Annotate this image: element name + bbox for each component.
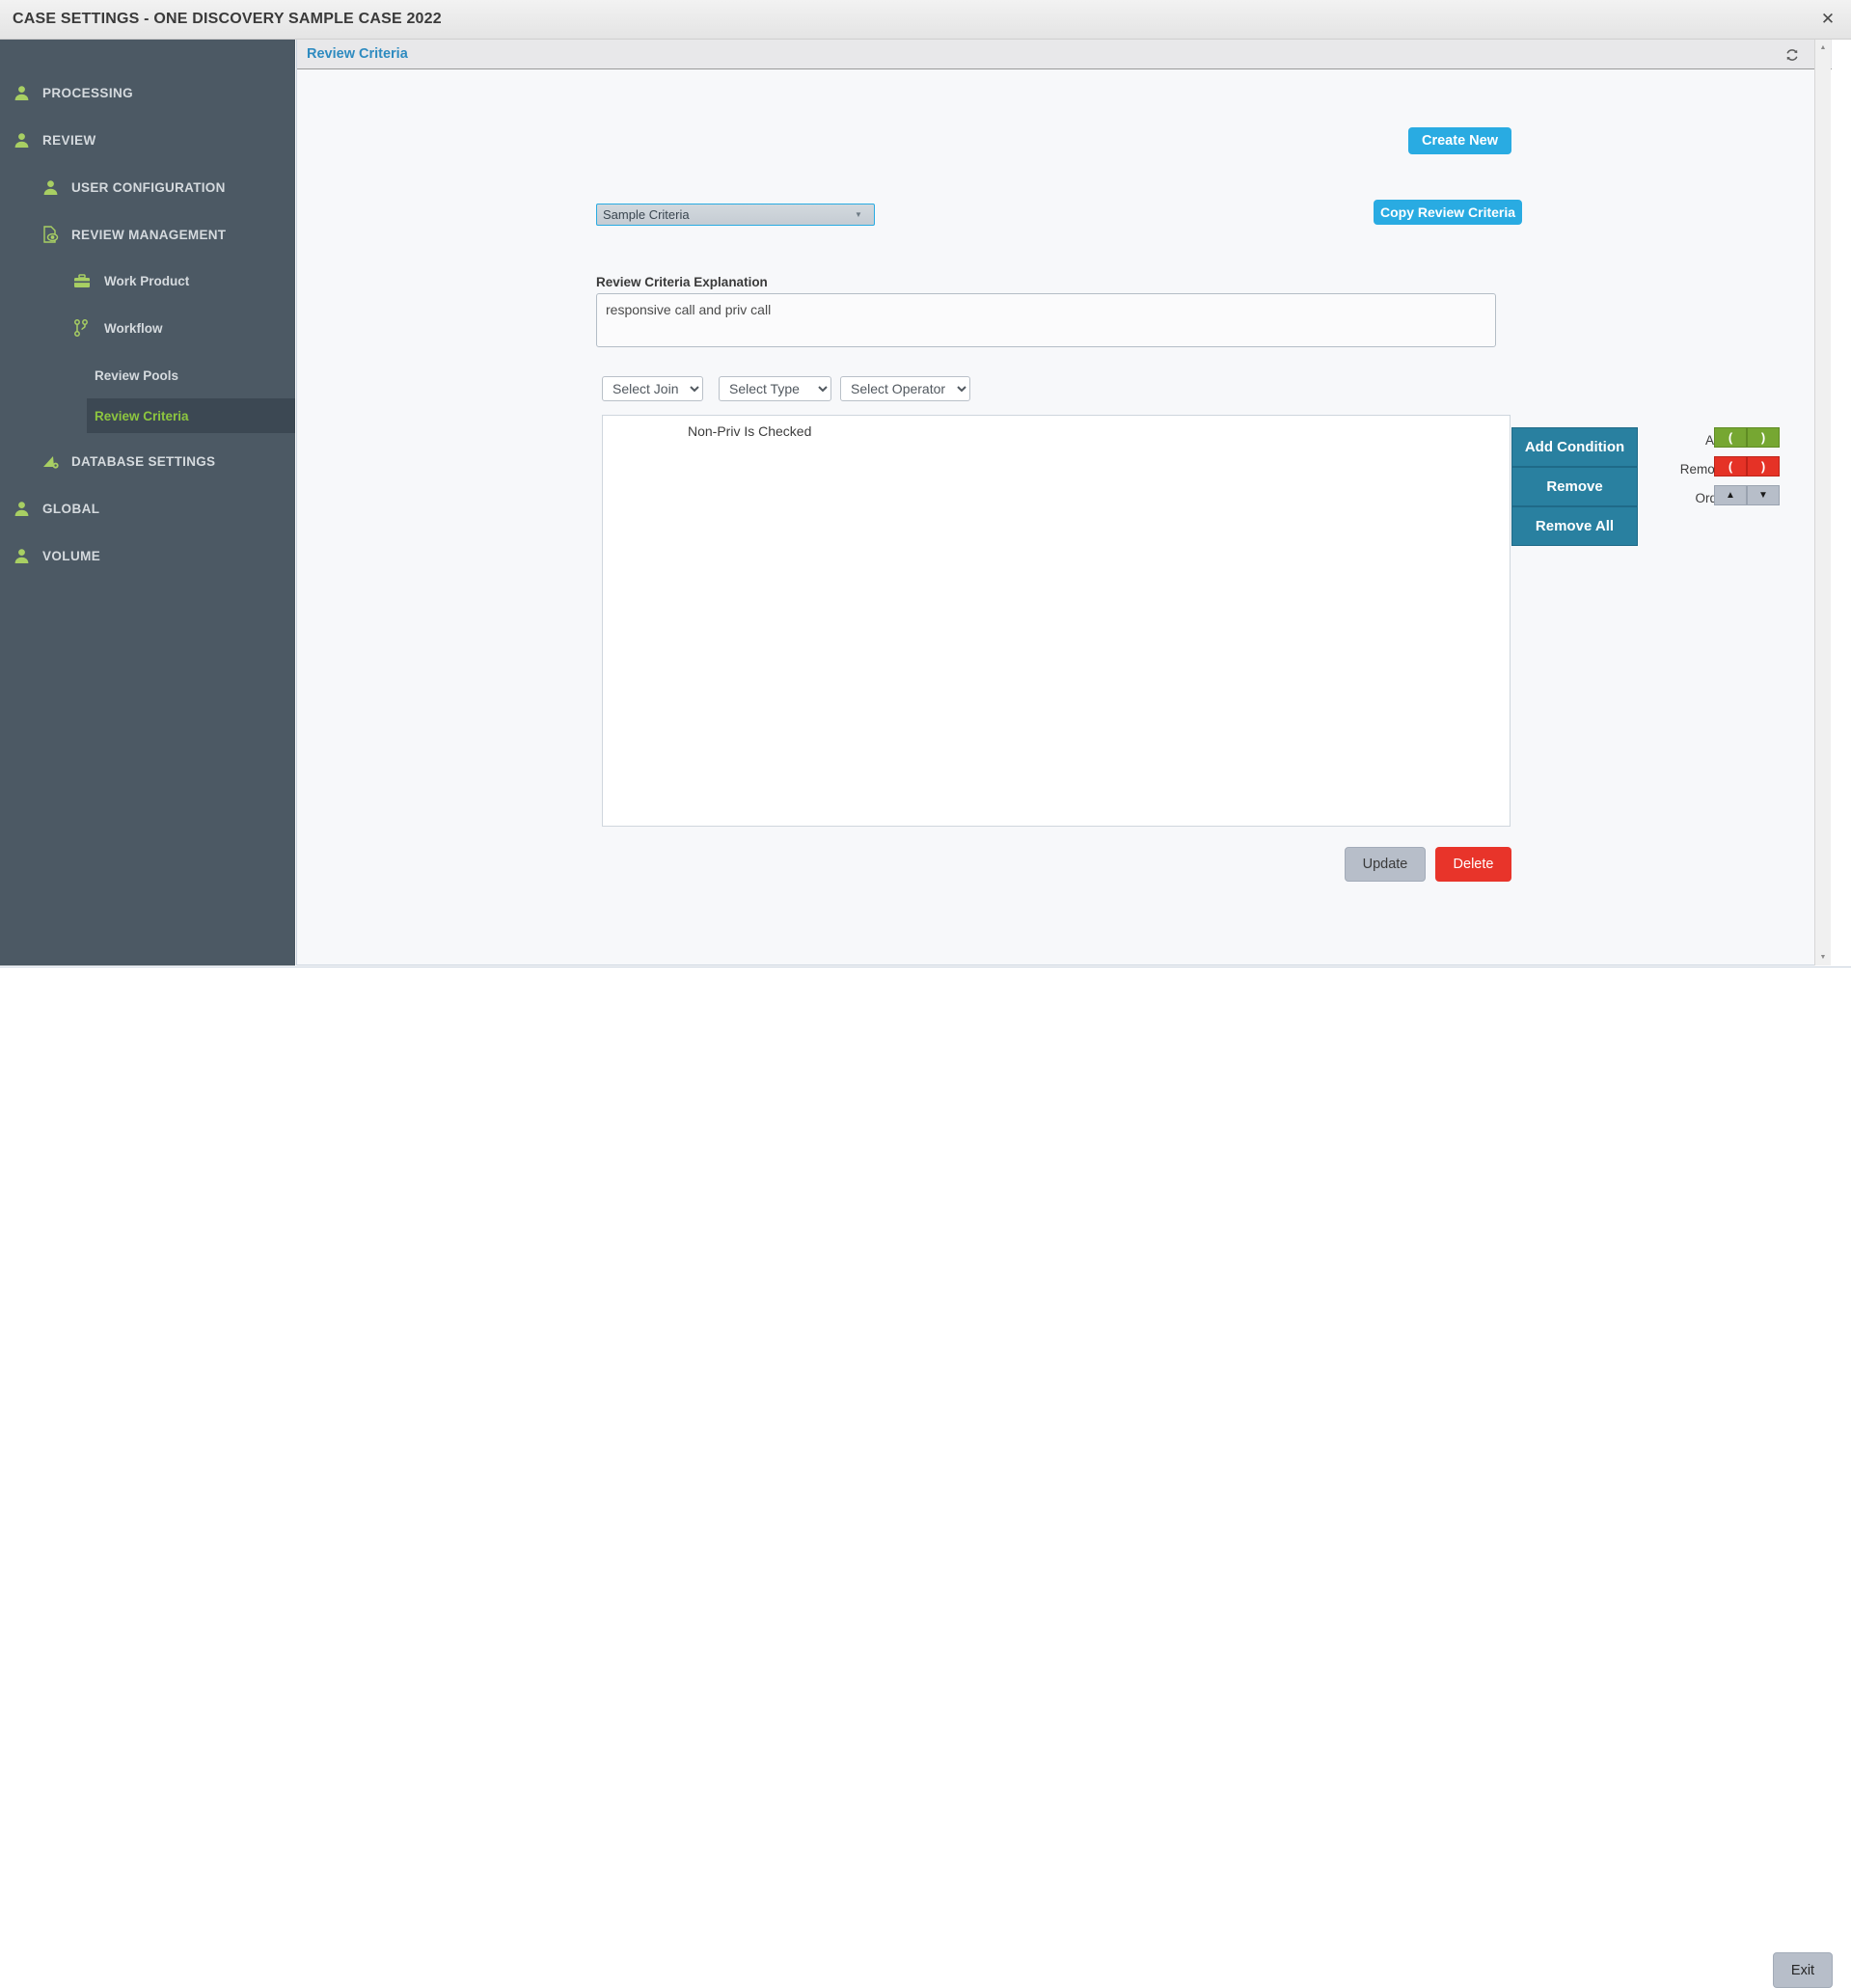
sidebar-item-workflow[interactable]: Workflow — [0, 311, 295, 345]
sidebar-item-database-settings[interactable]: DATABASE SETTINGS — [0, 443, 295, 479]
explanation-label: Review Criteria Explanation — [596, 275, 768, 289]
add-close-paren-button[interactable]: ) — [1747, 427, 1780, 448]
page-title: Review Criteria — [307, 46, 408, 62]
review-criteria-form: Create New Sample Criteria ▼ Copy Review… — [297, 69, 1815, 966]
window-title-bar: CASE SETTINGS - ONE DISCOVERY SAMPLE CAS… — [0, 0, 1851, 40]
sidebar-item-review-management[interactable]: REVIEW MANAGEMENT — [0, 216, 295, 253]
sidebar-item-label: Review Criteria — [95, 408, 189, 423]
remove-condition-button[interactable]: Remove — [1511, 467, 1638, 506]
person-icon — [14, 132, 35, 149]
sidebar-item-volume[interactable]: VOLUME — [0, 537, 295, 574]
sidebar-item-label: Review Pools — [95, 368, 179, 383]
sidebar-item-label: DATABASE SETTINGS — [71, 453, 216, 469]
person-icon — [42, 179, 64, 196]
sidebar-item-label: USER CONFIGURATION — [71, 179, 226, 195]
add-open-paren-button[interactable]: ( — [1714, 427, 1747, 448]
content-panel: Review Criteria ▲ ▼ Create New Sample Cr… — [296, 40, 1832, 966]
condition-list-item[interactable]: Non-Priv Is Checked — [688, 423, 1510, 439]
update-button[interactable]: Update — [1345, 847, 1426, 882]
briefcase-icon — [73, 273, 95, 288]
remove-close-paren-button[interactable]: ) — [1747, 456, 1780, 477]
select-operator-dropdown[interactable]: Select Operator — [840, 376, 970, 401]
sidebar-item-processing[interactable]: PROCESSING — [0, 74, 295, 111]
remove-all-conditions-button[interactable]: Remove All — [1511, 506, 1638, 546]
sidebar-item-user-configuration[interactable]: USER CONFIGURATION — [0, 169, 295, 205]
sidebar-item-review[interactable]: REVIEW — [0, 122, 295, 158]
refresh-icon[interactable] — [1782, 44, 1803, 66]
sidebar-item-global[interactable]: GLOBAL — [0, 490, 295, 527]
order-move-down-button[interactable]: ▼ — [1747, 485, 1780, 505]
copy-review-criteria-button[interactable]: Copy Review Criteria — [1374, 200, 1523, 225]
add-condition-button[interactable]: Add Condition — [1511, 427, 1638, 467]
sidebar-item-review-pools[interactable]: Review Pools — [0, 358, 295, 393]
explanation-textarea[interactable] — [596, 293, 1496, 347]
sidebar-item-label: PROCESSING — [42, 85, 134, 100]
sidebar-item-label: Workflow — [104, 320, 163, 336]
create-new-button[interactable]: Create New — [1408, 127, 1511, 154]
sidebar: PROCESSING REVIEW USER CONFIGURATION REVIEW… — [0, 40, 295, 966]
sidebar-item-work-product[interactable]: Work Product — [0, 263, 295, 298]
exit-button[interactable]: Exit — [1773, 1952, 1833, 1988]
select-type-dropdown[interactable]: Select Type — [719, 376, 831, 401]
scroll-down-arrow-icon[interactable]: ▼ — [1815, 949, 1831, 966]
person-icon — [14, 85, 35, 101]
remove-open-paren-button[interactable]: ( — [1714, 456, 1747, 477]
close-icon[interactable]: ✕ — [1814, 7, 1841, 32]
database-gear-icon — [42, 454, 64, 469]
window-title: CASE SETTINGS - ONE DISCOVERY SAMPLE CAS… — [13, 11, 442, 27]
vertical-scrollbar[interactable]: ▲ ▼ — [1814, 40, 1831, 966]
criteria-select[interactable]: Sample Criteria — [596, 204, 875, 226]
order-move-up-button[interactable]: ▲ — [1714, 485, 1747, 505]
panel-header: Review Criteria — [297, 40, 1832, 69]
workflow-icon — [73, 319, 95, 337]
footer-bar: Exit — [0, 967, 1851, 1988]
sidebar-item-label: REVIEW — [42, 132, 96, 148]
document-eye-icon — [42, 226, 64, 243]
sidebar-item-label: GLOBAL — [42, 501, 100, 516]
person-icon — [14, 501, 35, 517]
select-join-dropdown[interactable]: Select Join — [602, 376, 703, 401]
sidebar-item-label: Work Product — [104, 273, 190, 288]
condition-list[interactable]: Non-Priv Is Checked — [602, 415, 1511, 827]
person-icon — [14, 548, 35, 564]
delete-button[interactable]: Delete — [1435, 847, 1511, 882]
sidebar-item-label: REVIEW MANAGEMENT — [71, 227, 227, 242]
sidebar-item-review-criteria[interactable]: Review Criteria — [87, 398, 295, 433]
sidebar-item-label: VOLUME — [42, 548, 101, 563]
scroll-up-arrow-icon[interactable]: ▲ — [1815, 40, 1831, 56]
